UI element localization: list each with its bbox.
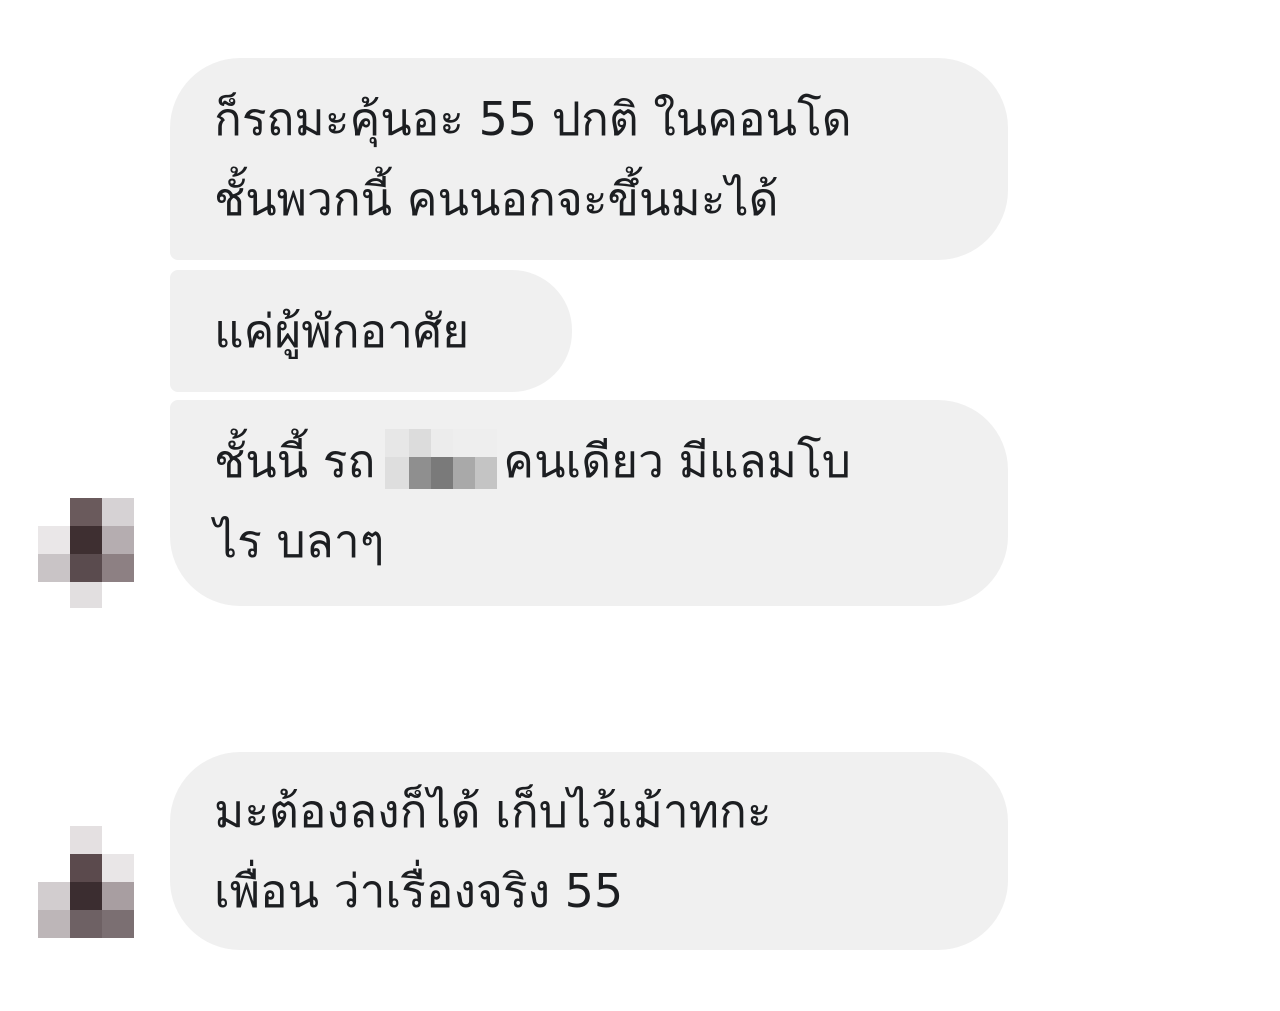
message-text-line: ชั้นพวกนี้ คนนอกจะขึ้นมะได้ — [214, 172, 779, 226]
message-text-line: เพื่อน ว่าเรื่องจริง 55 — [214, 864, 624, 918]
avatar[interactable] — [38, 826, 134, 938]
message-bubble[interactable]: แค่ผู้พักอาศัย — [170, 270, 572, 392]
message-text-line: ชั้นนี้ รถ คนเดียว มีแลมโบ — [214, 421, 964, 501]
message-text-segment: คนเดียว มีแลมโบ — [503, 434, 851, 488]
message-bubble[interactable]: ก็รถมะคุ้นอะ 55 ปกติ ในคอนโด ชั้นพวกนี้ … — [170, 58, 1008, 260]
message-bubble[interactable]: มะต้องลงก็ได้ เก็บไว้เม้าทกะ เพื่อน ว่าเ… — [170, 752, 1008, 950]
message-text-line: แค่ผู้พักอาศัย — [214, 304, 470, 358]
avatar[interactable] — [38, 498, 134, 610]
message-bubble[interactable]: ชั้นนี้ รถ คนเดียว มีแลมโบ ไร บลาๆ — [170, 400, 1008, 606]
message-text-segment: ชั้นนี้ รถ — [214, 434, 376, 488]
message-text-line: มะต้องลงก็ได้ เก็บไว้เม้าทกะ — [214, 784, 772, 838]
redacted-text — [385, 429, 498, 489]
message-text-line: ไร บลาๆ — [214, 514, 385, 568]
message-text-line: ก็รถมะคุ้นอะ 55 ปกติ ในคอนโด — [214, 92, 852, 146]
